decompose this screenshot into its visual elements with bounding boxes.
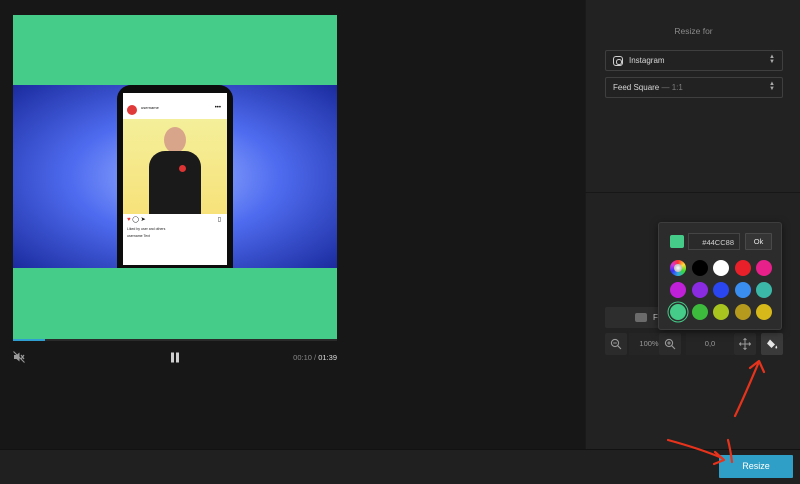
- color-swatch[interactable]: [670, 304, 686, 320]
- color-swatch[interactable]: [756, 304, 772, 320]
- fit-toggle[interactable]: [635, 313, 647, 322]
- mute-icon[interactable]: [13, 351, 25, 363]
- color-swatch[interactable]: [670, 260, 686, 276]
- color-picker-popup: #44CC88 Ok: [658, 222, 782, 330]
- platform-select[interactable]: Instagram ▲ ▼: [605, 50, 783, 71]
- color-swatch[interactable]: [670, 282, 686, 298]
- heart-icon: ♥: [127, 217, 131, 223]
- video-preview[interactable]: username ••• ♥ ◯ ➤ ▯ Liked by user and o…: [13, 15, 337, 339]
- color-swatch[interactable]: [691, 282, 708, 298]
- video-frame: username ••• ♥ ◯ ➤ ▯ Liked by user and o…: [13, 85, 337, 268]
- current-color-swatch: [670, 235, 684, 248]
- color-swatch[interactable]: [756, 282, 772, 298]
- color-swatch[interactable]: [734, 304, 751, 320]
- zoom-in-button[interactable]: [659, 333, 681, 355]
- app-root: username ••• ♥ ◯ ➤ ▯ Liked by user and o…: [0, 0, 800, 484]
- color-swatch[interactable]: [713, 282, 729, 298]
- position-value[interactable]: 0,0: [686, 333, 734, 355]
- person-body: [149, 151, 201, 214]
- move-icon: [739, 338, 751, 350]
- post-username: username: [141, 105, 159, 110]
- person-head: [164, 127, 186, 153]
- color-swatch[interactable]: [734, 282, 751, 298]
- pause-icon[interactable]: [170, 352, 180, 363]
- color-swatch[interactable]: [756, 260, 772, 276]
- format-name: Feed Square: [613, 83, 660, 92]
- progress-bar[interactable]: [13, 339, 337, 341]
- more-dots-icon: •••: [214, 105, 221, 111]
- zoom-out-button[interactable]: [605, 333, 627, 355]
- video-stage: username ••• ♥ ◯ ➤ ▯ Liked by user and o…: [0, 0, 585, 449]
- format-label: Feed Square — 1:1: [613, 83, 683, 92]
- move-button[interactable]: [734, 333, 756, 355]
- background-fill-button[interactable]: [761, 333, 783, 355]
- format-select[interactable]: Feed Square — 1:1 ▲ ▼: [605, 77, 783, 98]
- fit-toggle-row[interactable]: Fi: [605, 307, 665, 328]
- hex-input[interactable]: #44CC88: [688, 233, 740, 250]
- avatar: [127, 105, 137, 115]
- time-display: 00:10 / 01:39: [293, 353, 337, 362]
- time-separator: /: [314, 353, 317, 362]
- color-swatch[interactable]: [713, 304, 729, 320]
- bottom-bar: [0, 449, 800, 484]
- player-controls: 00:10 / 01:39: [13, 350, 337, 366]
- color-swatch[interactable]: [691, 260, 708, 276]
- resize-for-label: Resize for: [674, 26, 713, 36]
- time-current: 00:10: [293, 353, 312, 362]
- ok-button[interactable]: Ok: [745, 233, 772, 250]
- phone-screen: username ••• ♥ ◯ ➤ ▯ Liked by user and o…: [123, 93, 227, 265]
- progress-fill: [13, 339, 46, 341]
- select-arrows-icon: ▲ ▼: [769, 81, 775, 92]
- format-ratio: — 1:1: [661, 83, 683, 92]
- platform-label: Instagram: [629, 56, 665, 65]
- instagram-icon: [613, 56, 623, 66]
- bookmark-icon: ▯: [217, 217, 221, 223]
- resize-panel: Resize for Instagram ▲ ▼ Feed Square — 1:…: [585, 0, 800, 192]
- post-caption: username Text: [127, 234, 150, 238]
- post-actions: ♥ ◯ ➤ ▯: [127, 216, 223, 224]
- post-likes: Liked by user and others: [127, 227, 166, 231]
- post-photo: [123, 119, 227, 214]
- zoom-out-icon: [610, 338, 622, 350]
- color-swatch[interactable]: [691, 304, 708, 320]
- share-icon: ➤: [140, 217, 146, 223]
- paint-bucket-icon: [767, 339, 778, 349]
- color-swatch[interactable]: [713, 260, 729, 276]
- zoom-in-icon: [664, 338, 676, 350]
- comment-icon: ◯: [132, 217, 139, 223]
- time-total: 01:39: [318, 353, 337, 362]
- person-badge: [179, 165, 186, 172]
- phone-mockup: username ••• ♥ ◯ ➤ ▯ Liked by user and o…: [117, 85, 233, 268]
- select-arrows-icon: ▲ ▼: [769, 54, 775, 65]
- resize-button[interactable]: Resize: [719, 455, 793, 478]
- color-swatch[interactable]: [734, 260, 751, 276]
- post-header: username •••: [127, 103, 223, 117]
